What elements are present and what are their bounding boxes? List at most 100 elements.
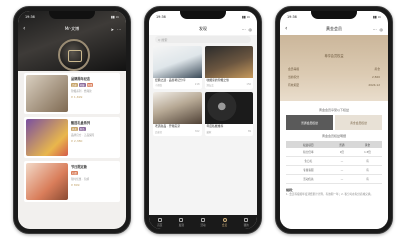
tier-gold-button[interactable]: 黄金会员权益 xyxy=(335,115,382,130)
nav-actions: ⋯ ◎ xyxy=(373,27,384,32)
product-image xyxy=(26,119,68,156)
table-cell: 有 xyxy=(353,165,382,175)
product-row-3[interactable]: 节日限定款 礼赠 限时优惠 · 包邮 ¥ 899 xyxy=(24,161,120,202)
feed-card-author: 酒友会 xyxy=(206,84,214,88)
table-cell: 生日礼 xyxy=(286,156,331,166)
showcase-stage: 19:36 ▮▮ ▭ ‹ Mr·文博 ➤ ⋯ 品牌周年纪念 品鉴 收藏 限量 珍… xyxy=(0,0,404,240)
status-time: 19:36 xyxy=(25,15,35,19)
user-icon xyxy=(244,217,249,222)
more-icon[interactable]: ⋯ xyxy=(373,27,377,32)
table-cell: 有 xyxy=(353,174,382,184)
product-title: 甄选礼盒系列 xyxy=(71,121,91,125)
tab-home[interactable]: 首页 xyxy=(157,217,163,227)
tag-chip: 品鉴 xyxy=(71,83,78,87)
table-header: 普通 xyxy=(330,141,354,148)
card-line-key: 会员等级 xyxy=(288,67,300,71)
tab-label: 首页 xyxy=(157,223,163,227)
search-placeholder: Q 搜索 xyxy=(158,37,168,42)
signal-battery-icon: ▮▮ ▭ xyxy=(372,15,381,19)
product-subtitle: 品牌官方 · 正品保障 xyxy=(71,134,95,137)
tag-chip: 限量 xyxy=(86,83,94,87)
tab-label: 会员 xyxy=(221,223,228,227)
search-input[interactable]: Q 搜索 xyxy=(155,36,251,43)
phone-notch xyxy=(49,11,95,19)
product-title: 品牌周年纪念 xyxy=(71,77,91,81)
member-icon xyxy=(222,217,227,222)
phone-screen: 19:36 ▮▮ ▭ 发现 ⋯ ◎ Q 搜索 经典之选 · 品鉴笔记分享 小酒馆 xyxy=(149,11,257,229)
nav-bar: ‹ Mr·文博 ➤ ⋯ xyxy=(18,23,126,35)
more-icon[interactable]: ⋯ xyxy=(242,27,246,32)
card-line-value: 2024.12 xyxy=(368,83,380,87)
product-price: ¥ 899 xyxy=(71,183,80,187)
card-line-value: 2,560 xyxy=(371,75,380,79)
table-header: 黄金 xyxy=(353,141,382,148)
table-cell: — xyxy=(330,174,354,184)
bottom-tab-bar: 首页 发现 活动 会员 我的 xyxy=(149,215,257,229)
table-cell: 1.5倍 xyxy=(353,148,382,157)
phone-product-list: 19:36 ▮▮ ▭ ‹ Mr·文博 ➤ ⋯ 品牌周年纪念 品鉴 收藏 限量 珍… xyxy=(13,6,131,234)
card-line-key: 有效期至 xyxy=(288,83,300,87)
tab-discover[interactable]: 发现 xyxy=(179,217,184,227)
feed-card-2[interactable]: 收藏家的珍藏之旅 酒友会 156 xyxy=(204,46,253,90)
feed-card-3[interactable]: 老酒新品 · 开箱实录 品鉴官 302 xyxy=(153,92,202,136)
table-row: 积分倍率 1倍 1.5倍 xyxy=(286,148,382,157)
tab-member[interactable]: 会员 xyxy=(221,217,228,227)
feed-card-meta: 品鉴官 302 xyxy=(153,130,202,136)
phone-screen: 19:36 ▮▮ ▭ ‹ 黄金会员 ⋯ ◎ 尊享会员权益 会员等级 黄金 当前积… xyxy=(280,11,388,229)
status-time: 19:36 xyxy=(287,15,297,19)
target-icon[interactable]: ◎ xyxy=(380,27,384,32)
product-row-1[interactable]: 品牌周年纪念 品鉴 收藏 限量 珍藏系列 · 经典款 ¥ 1,699 xyxy=(24,73,120,114)
page-title: Mr·文博 xyxy=(64,26,80,31)
more-icon[interactable]: ⋯ xyxy=(117,27,121,32)
product-subtitle: 限时优惠 · 包邮 xyxy=(71,178,90,181)
feed-card-image xyxy=(204,46,253,78)
target-icon[interactable]: ◎ xyxy=(249,27,253,32)
product-image xyxy=(26,163,68,200)
feed-card-1[interactable]: 经典之选 · 品鉴笔记分享 小酒馆 218 xyxy=(153,46,202,90)
nav-bar: 发现 ⋯ ◎ xyxy=(149,23,257,35)
nav-actions: ➤ ⋯ xyxy=(111,27,121,32)
tab-label: 我的 xyxy=(243,223,249,227)
feed-card-meta: 小酒馆 218 xyxy=(153,83,202,89)
page-title: 黄金会员 xyxy=(326,26,342,31)
feed-card-meta: 藏家 89 xyxy=(205,130,254,136)
feed-card-image xyxy=(153,46,202,78)
product-row-2[interactable]: 甄选礼盒系列 热卖 新品 品牌官方 · 正品保障 ¥ 2,380 xyxy=(24,117,120,158)
tag-chip: 礼赠 xyxy=(71,171,78,175)
rules-title: 规则： xyxy=(286,188,296,192)
brand-medallion-image xyxy=(58,39,90,71)
back-arrow-icon[interactable]: ‹ xyxy=(285,26,287,32)
feed-card-likes: 218 xyxy=(194,83,200,87)
tab-profile[interactable]: 我的 xyxy=(243,217,249,227)
table-cell: 专属客服 xyxy=(286,165,331,175)
table-header: 权益项目 xyxy=(286,141,331,148)
table-cell: 活动优先 xyxy=(286,174,331,184)
share-icon[interactable]: ➤ xyxy=(111,27,114,32)
feed-card-author: 小酒馆 xyxy=(155,84,163,88)
table-row: 活动优先 — 有 xyxy=(286,174,382,184)
rules-text: 1. 会员等级按年度消费累计计算，有效期一年；2. 积分可在积分商城兑换。 xyxy=(286,193,374,196)
card-line: 当前积分 2,560 xyxy=(288,75,380,79)
phone-membership: 19:36 ▮▮ ▭ ‹ 黄金会员 ⋯ ◎ 尊享会员权益 会员等级 黄金 当前积… xyxy=(275,6,393,234)
tag-chip: 收藏 xyxy=(78,83,86,87)
calendar-icon xyxy=(200,217,205,222)
discover-icon xyxy=(179,217,184,222)
table-cell: — xyxy=(330,165,354,175)
signal-battery-icon: ▮▮ ▭ xyxy=(241,15,250,19)
tab-events[interactable]: 活动 xyxy=(200,217,206,227)
tag-chip: 新品 xyxy=(78,127,86,131)
product-price: ¥ 2,380 xyxy=(71,139,83,143)
feed-card-4[interactable]: 年度私藏推荐 藏家 89 xyxy=(204,92,254,136)
product-info: 品牌周年纪念 品鉴 收藏 限量 珍藏系列 · 经典款 ¥ 1,699 xyxy=(71,75,118,112)
product-title: 节日限定款 xyxy=(71,165,87,169)
tier-normal-button[interactable]: 普通会员权益 xyxy=(286,115,333,130)
page-title: 发现 xyxy=(199,26,207,31)
status-time: 19:36 xyxy=(156,15,166,19)
feed-card-author: 藏家 xyxy=(206,130,212,134)
panel-heading: 黄金会员享受以下权益 xyxy=(318,108,349,112)
nav-bar: ‹ 黄金会员 ⋯ ◎ xyxy=(280,23,388,35)
back-arrow-icon[interactable]: ‹ xyxy=(23,26,25,32)
feed-card-likes: 302 xyxy=(194,129,200,133)
product-info: 甄选礼盒系列 热卖 新品 品牌官方 · 正品保障 ¥ 2,380 xyxy=(71,119,118,156)
signal-battery-icon: ▮▮ ▭ xyxy=(110,15,119,19)
